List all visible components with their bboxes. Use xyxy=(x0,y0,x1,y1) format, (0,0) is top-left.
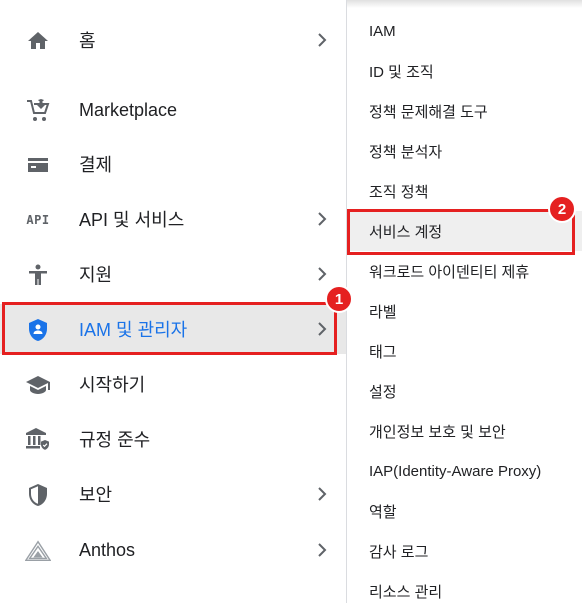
api-icon: API xyxy=(25,207,51,233)
nav-item-label: API 및 서비스 xyxy=(79,210,185,230)
submenu-top-shadow xyxy=(347,0,582,8)
nav-item-security[interactable]: 보안 xyxy=(0,469,346,519)
submenu-item-label: 설정 xyxy=(369,383,397,401)
submenu-item-tags[interactable]: 태그 xyxy=(347,331,582,371)
chevron-right-icon xyxy=(314,486,330,502)
submenu-item-privacy-security[interactable]: 개인정보 보호 및 보안 xyxy=(347,411,582,451)
support-person-icon xyxy=(25,262,51,288)
submenu-item-iam[interactable]: IAM xyxy=(347,11,582,51)
nav-item-getting-started[interactable]: 시작하기 xyxy=(0,359,346,409)
submenu-item-label: 역할 xyxy=(369,503,397,521)
submenu-item-settings[interactable]: 설정 xyxy=(347,371,582,411)
submenu-item-audit-logs[interactable]: 감사 로그 xyxy=(347,531,582,571)
submenu-item-identity-org[interactable]: ID 및 조직 xyxy=(347,51,582,91)
submenu-item-label: 태그 xyxy=(369,343,397,361)
chevron-right-icon xyxy=(314,211,330,227)
iam-admin-submenu: IAM ID 및 조직 정책 문제해결 도구 정책 분석자 조직 정책 서비스 … xyxy=(347,0,582,603)
nav-item-label: Marketplace xyxy=(79,99,178,120)
submenu-item-label: 감사 로그 xyxy=(369,543,429,561)
chevron-right-icon xyxy=(314,542,330,558)
nav-item-api-services[interactable]: API API 및 서비스 xyxy=(0,194,346,244)
submenu-item-policy-analyzer[interactable]: 정책 분석자 xyxy=(347,131,582,171)
submenu-item-label: ID 및 조직 xyxy=(369,63,434,81)
submenu-item-label: 개인정보 보호 및 보안 xyxy=(369,423,506,441)
nav-item-anthos[interactable]: Anthos xyxy=(0,525,346,575)
submenu-item-label: IAM xyxy=(369,22,396,40)
compliance-building-icon xyxy=(25,427,51,453)
nav-item-label: 홈 xyxy=(79,31,96,51)
nav-item-label: 규정 준수 xyxy=(79,430,151,450)
highlight-box-service-accounts xyxy=(347,209,575,255)
highlight-box-iam-admin xyxy=(2,302,337,355)
graduation-cap-icon xyxy=(25,372,51,398)
submenu-item-resource-management[interactable]: 리소스 관리 xyxy=(347,571,582,611)
submenu-item-label: 정책 문제해결 도구 xyxy=(369,103,488,121)
nav-item-compliance[interactable]: 규정 준수 xyxy=(0,414,346,464)
submenu-item-roles[interactable]: 역할 xyxy=(347,491,582,531)
nav-item-label: 보안 xyxy=(79,485,113,505)
nav-item-label: Anthos xyxy=(79,539,136,560)
submenu-item-iap[interactable]: IAP(Identity-Aware Proxy) xyxy=(347,451,582,491)
submenu-item-org-policies[interactable]: 조직 정책 xyxy=(347,171,582,211)
cart-icon xyxy=(25,98,51,124)
api-icon-text: API xyxy=(26,213,50,227)
submenu-item-label: 리소스 관리 xyxy=(369,583,443,601)
anthos-icon xyxy=(25,538,51,564)
submenu-item-workload-identity-federation[interactable]: 워크로드 아이덴티티 제휴 xyxy=(347,251,582,291)
nav-item-billing[interactable]: 결제 xyxy=(0,139,346,189)
nav-item-marketplace[interactable]: Marketplace xyxy=(0,85,346,135)
chevron-right-icon xyxy=(314,32,330,48)
credit-card-icon xyxy=(25,152,51,178)
nav-item-home[interactable]: 홈 xyxy=(0,15,346,65)
home-icon xyxy=(25,28,51,54)
submenu-item-labels[interactable]: 라벨 xyxy=(347,291,582,331)
submenu-item-label: 정책 분석자 xyxy=(369,143,443,161)
nav-item-label: 시작하기 xyxy=(79,375,146,395)
security-shield-icon xyxy=(25,482,51,508)
step-badge-2: 2 xyxy=(548,195,576,223)
submenu-item-label: 조직 정책 xyxy=(369,183,429,201)
submenu-item-label: IAP(Identity-Aware Proxy) xyxy=(369,462,542,480)
nav-item-label: 지원 xyxy=(79,265,113,285)
submenu-item-label: 워크로드 아이덴티티 제휴 xyxy=(369,263,530,281)
submenu-item-label: 라벨 xyxy=(369,303,397,321)
step-badge-1: 1 xyxy=(325,285,353,313)
chevron-right-icon xyxy=(314,266,330,282)
nav-item-label: 결제 xyxy=(79,155,113,175)
submenu-item-policy-troubleshooter[interactable]: 정책 문제해결 도구 xyxy=(347,91,582,131)
nav-item-support[interactable]: 지원 xyxy=(0,249,346,299)
